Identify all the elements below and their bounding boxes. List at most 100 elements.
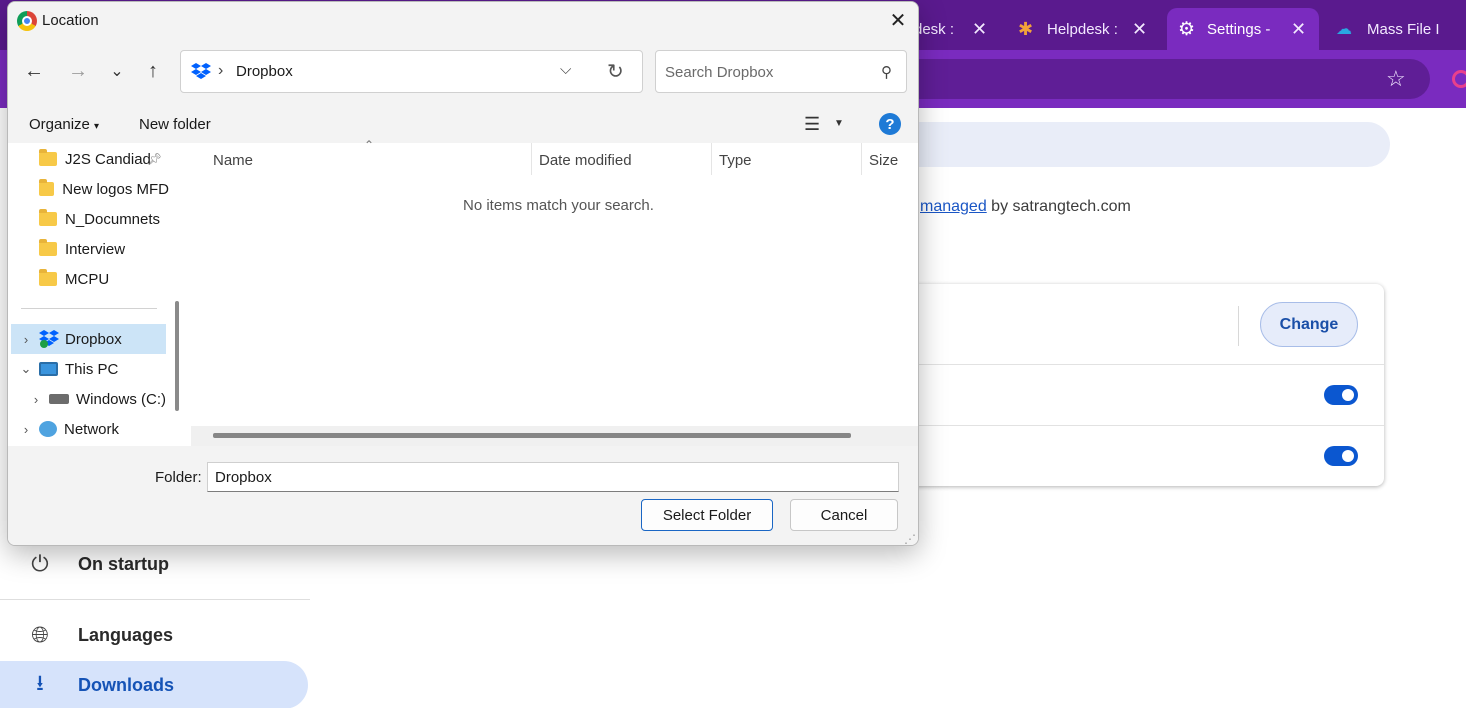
search-placeholder: Search Dropbox	[665, 64, 774, 81]
chevron-down-icon[interactable]: ⌄	[19, 361, 33, 377]
column-separator[interactable]	[711, 143, 712, 175]
vertical-scrollbar[interactable]	[175, 301, 179, 411]
divider	[880, 364, 1384, 365]
chevron-right-icon[interactable]: ›	[19, 332, 33, 347]
gear-icon: ⚙	[1178, 18, 1196, 40]
pin-icon: 📌︎	[147, 152, 163, 166]
folder-name-input[interactable]	[207, 462, 899, 492]
sort-caret-icon: ⌃	[364, 138, 375, 152]
tab-title: desk :	[914, 20, 955, 38]
extension-icon[interactable]	[1452, 70, 1466, 88]
bookmark-star-icon[interactable]: ☆	[1386, 66, 1406, 92]
new-folder-button[interactable]: New folder	[139, 116, 211, 133]
tree-item-label: Dropbox	[65, 330, 122, 348]
sidebar-item-label: On startup	[78, 553, 170, 574]
column-header-date-modified[interactable]: Date modified	[539, 152, 632, 169]
forward-arrow-icon[interactable]: →	[63, 57, 93, 85]
downloads-settings-card: Change	[880, 284, 1384, 486]
tree-item-label: J2S Candiad	[65, 150, 151, 168]
power-icon: ⏻	[31, 551, 49, 576]
file-list-pane: ⌃ Name Date modified Type Size No items …	[191, 138, 918, 426]
back-arrow-icon[interactable]: ←	[19, 57, 49, 85]
tree-item-n-documnets[interactable]: N_Documnets	[39, 204, 169, 234]
tab-title: Mass File I	[1367, 20, 1440, 38]
search-icon[interactable]: ⚲	[881, 63, 892, 81]
scrollbar-thumb[interactable]	[213, 433, 851, 438]
breadcrumb-chevron-icon: ›	[218, 62, 224, 79]
chevron-right-icon[interactable]: ›	[29, 392, 43, 407]
tree-item-j2s-candiad[interactable]: J2S Candiad 📌︎	[39, 144, 169, 174]
chevron-down-icon[interactable]: ⌵	[560, 61, 571, 78]
tree-item-label: New logos MFD	[62, 180, 169, 198]
dialog-footer: Folder: Select Folder Cancel ⋰	[8, 446, 918, 545]
horizontal-scrollbar[interactable]	[191, 426, 918, 446]
tree-item-network[interactable]: › Network	[19, 414, 174, 444]
address-bar[interactable]: › Dropbox ⌵ ↻	[180, 50, 643, 93]
tree-item-windows-c[interactable]: › Windows (C:)	[29, 384, 174, 414]
tree-item-new-logos[interactable]: New logos MFD	[39, 174, 169, 204]
chrome-logo-icon	[17, 11, 37, 31]
tab-helpdesk-2[interactable]: ✱ Helpdesk : ✕	[1006, 8, 1166, 50]
divider	[21, 308, 157, 309]
change-location-button[interactable]: Change	[1260, 302, 1358, 347]
sidebar-item-on-startup[interactable]: ⏻ On startup	[0, 540, 308, 588]
cancel-button[interactable]: Cancel	[790, 499, 898, 531]
ask-where-to-save-toggle[interactable]	[1324, 385, 1358, 405]
resize-grip-icon[interactable]: ⋰	[904, 532, 916, 545]
tree-item-label: MCPU	[65, 270, 110, 288]
help-icon[interactable]: ?	[879, 113, 901, 135]
organize-label: Organize	[29, 116, 90, 133]
close-tab-icon[interactable]: ✕	[972, 19, 987, 40]
folder-icon	[39, 269, 57, 286]
empty-state-message: No items match your search.	[463, 197, 654, 214]
tree-item-label: Network	[64, 420, 120, 438]
address-omnibox[interactable]	[900, 59, 1430, 99]
tree-item-label: Windows (C:)	[76, 390, 167, 408]
monitor-icon	[39, 362, 58, 376]
tab-settings[interactable]: ⚙ Settings - ✕	[1167, 8, 1319, 50]
caret-down-icon[interactable]: ▼	[834, 118, 844, 129]
helpdesk-favicon-icon: ✱	[1018, 18, 1034, 39]
recent-locations-chevron-icon[interactable]: ⌄	[102, 57, 132, 85]
column-header-type[interactable]: Type	[719, 152, 752, 169]
select-folder-button[interactable]: Select Folder	[641, 499, 773, 531]
dropbox-icon	[191, 63, 211, 79]
sidebar-item-label: Languages	[78, 624, 174, 645]
view-options-icon[interactable]: ☰	[804, 114, 820, 135]
close-icon[interactable]: ✕	[884, 6, 912, 34]
close-tab-icon[interactable]: ✕	[1132, 19, 1147, 40]
divider	[0, 599, 310, 600]
managed-notice: managed by satrangtech.com	[920, 198, 1131, 216]
divider	[1238, 306, 1239, 346]
tree-item-label: N_Documnets	[65, 210, 161, 228]
sidebar-item-downloads[interactable]: ⭳ Downloads	[0, 661, 308, 708]
globe-icon: 🌐︎	[31, 622, 49, 647]
tree-item-label: Interview	[65, 240, 126, 258]
folder-icon	[39, 239, 57, 256]
column-header-name[interactable]: Name	[213, 152, 253, 169]
managed-link[interactable]: managed	[920, 198, 987, 215]
settings-search-bar[interactable]	[880, 122, 1390, 167]
dialog-title: Location	[42, 12, 99, 29]
column-separator[interactable]	[531, 143, 532, 175]
close-tab-icon[interactable]: ✕	[1291, 19, 1306, 40]
tab-mass-file[interactable]: ☁ Mass File I	[1320, 8, 1466, 50]
show-downloads-toggle[interactable]	[1324, 446, 1358, 466]
column-separator[interactable]	[861, 143, 862, 175]
navigation-pane: J2S Candiad 📌︎ New logos MFD N_Documnets…	[8, 143, 190, 446]
up-arrow-icon[interactable]: ↑	[138, 57, 168, 85]
tree-item-interview[interactable]: Interview	[39, 234, 169, 264]
tree-item-dropbox[interactable]: › Dropbox	[11, 324, 166, 354]
tree-item-mcpu[interactable]: MCPU	[39, 264, 169, 294]
dialog-titlebar[interactable]: Location ✕	[8, 2, 918, 39]
breadcrumb[interactable]: Dropbox	[236, 63, 293, 80]
organize-button[interactable]: Organize ▾	[29, 116, 99, 133]
tab-title: Settings -	[1207, 20, 1271, 38]
column-header-size[interactable]: Size	[869, 152, 898, 169]
folder-icon	[39, 209, 57, 226]
refresh-icon[interactable]: ↻	[607, 59, 624, 84]
sidebar-item-languages[interactable]: 🌐︎ Languages	[0, 611, 308, 659]
search-input[interactable]: Search Dropbox ⚲	[655, 50, 907, 93]
chevron-right-icon[interactable]: ›	[19, 422, 33, 437]
tree-item-this-pc[interactable]: ⌄ This PC	[19, 354, 174, 384]
